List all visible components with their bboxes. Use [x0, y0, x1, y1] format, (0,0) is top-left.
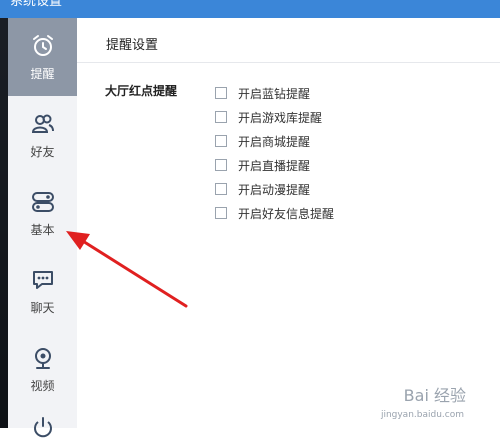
option-blue-diamond[interactable]: 开启蓝钻提醒	[215, 85, 310, 101]
section-header: 提醒设置	[77, 18, 500, 63]
option-label: 开启动漫提醒	[238, 182, 311, 197]
option-label: 开启商城提醒	[238, 134, 311, 149]
option-live[interactable]: 开启直播提醒	[215, 157, 310, 173]
sidebar-item-basic[interactable]: 基本	[8, 174, 77, 252]
sidebar-item-label: 视频	[30, 378, 55, 393]
settings-sidebar: 提醒 好友 基本 聊天 视频	[8, 18, 77, 438]
option-friend-info[interactable]: 开启好友信息提醒	[215, 205, 334, 221]
option-label: 开启好友信息提醒	[238, 206, 335, 221]
sidebar-item-video[interactable]: 视频	[8, 330, 77, 408]
section-title: 提醒设置	[106, 38, 159, 53]
checkbox[interactable]	[215, 111, 227, 123]
checkbox[interactable]	[215, 87, 227, 99]
checkbox[interactable]	[215, 207, 227, 219]
window-shadow-strip	[0, 0, 8, 428]
option-label: 开启蓝钻提醒	[238, 86, 311, 101]
watermark-url: jingyan.baidu.com	[380, 410, 464, 420]
sidebar-item-label: 提醒	[30, 66, 55, 81]
option-anime[interactable]: 开启动漫提醒	[215, 181, 310, 197]
sidebar-item-chat[interactable]: 聊天	[8, 252, 77, 330]
window-title: 系统设置	[10, 0, 63, 9]
alarm-clock-icon	[30, 33, 56, 59]
checkbox[interactable]	[215, 135, 227, 147]
sidebar-item-friends[interactable]: 好友	[8, 96, 77, 174]
sidebar-item-label: 好友	[30, 144, 55, 159]
chat-bubble-icon	[30, 267, 56, 293]
checkbox[interactable]	[215, 159, 227, 171]
settings-content: 提醒设置 大厅红点提醒 开启蓝钻提醒 开启游戏库提醒 开启商城提醒 开启直播提醒…	[77, 18, 500, 428]
title-bar: 系统设置	[0, 0, 500, 18]
sidebar-item-label: 基本	[30, 222, 55, 237]
option-mall[interactable]: 开启商城提醒	[215, 133, 310, 149]
sidebar-item-power[interactable]	[8, 408, 77, 438]
friends-icon	[30, 111, 56, 137]
group-label: 大厅红点提醒	[105, 84, 178, 98]
webcam-icon	[30, 345, 56, 371]
checkbox[interactable]	[215, 183, 227, 195]
sidebar-item-reminder[interactable]: 提醒	[8, 18, 77, 96]
watermark-logo: Bai 经验	[403, 386, 466, 405]
option-game-library[interactable]: 开启游戏库提醒	[215, 109, 322, 125]
option-label: 开启游戏库提醒	[238, 110, 323, 125]
power-icon	[30, 414, 56, 440]
toggle-settings-icon	[30, 189, 56, 215]
sidebar-item-label: 聊天	[30, 300, 55, 315]
option-label: 开启直播提醒	[238, 158, 311, 173]
